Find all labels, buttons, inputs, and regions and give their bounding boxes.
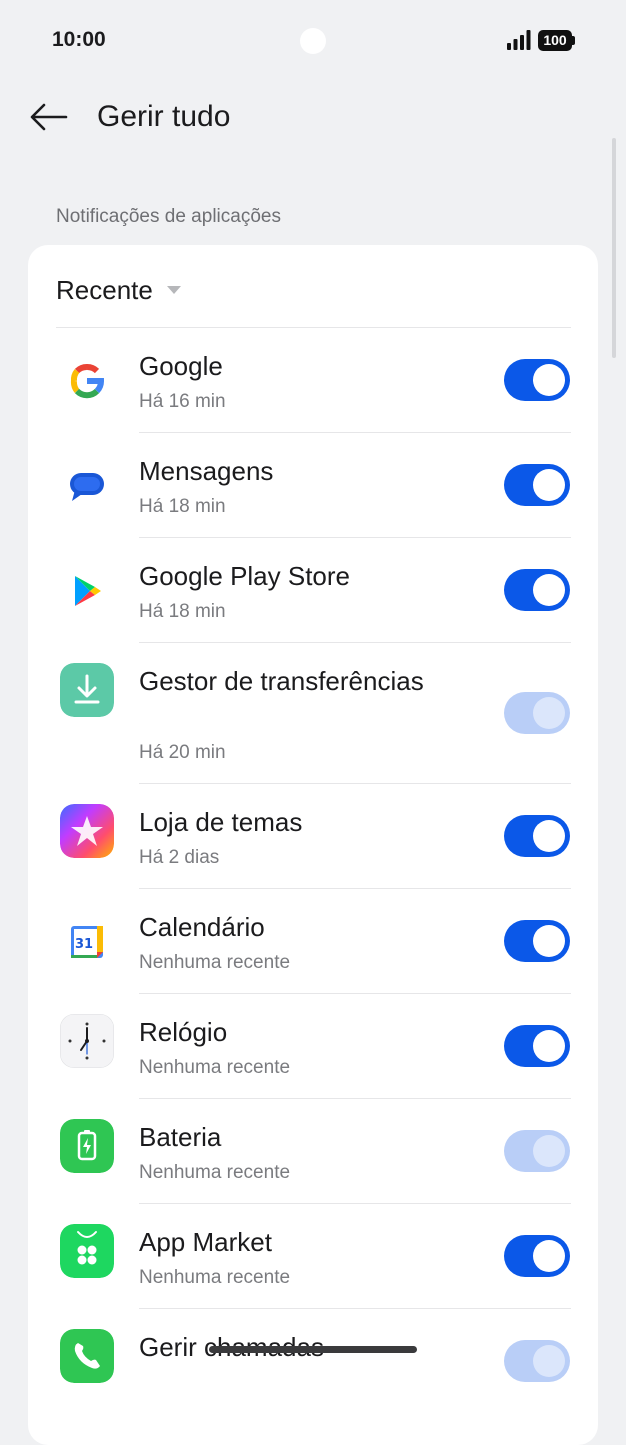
- app-name: Mensagens: [139, 456, 274, 486]
- messages-icon: [60, 459, 114, 513]
- list-item-battery[interactable]: Bateria Nenhuma recente: [28, 1099, 598, 1204]
- app-name: Loja de temas: [139, 807, 303, 837]
- notification-toggle[interactable]: [504, 569, 570, 611]
- app-subtitle: Há 16 min: [139, 391, 226, 412]
- sort-dropdown[interactable]: Recente: [56, 273, 181, 307]
- app-notifications-card: Recente Google Há 16 min Mensagens Há 18…: [28, 245, 598, 1445]
- status-time: 10:00: [52, 28, 106, 51]
- app-subtitle: Nenhuma recente: [139, 1267, 291, 1288]
- notification-toggle[interactable]: [504, 464, 570, 506]
- notification-toggle[interactable]: [504, 920, 570, 962]
- list-item-theme-store[interactable]: Loja de temas Há 2 dias: [28, 784, 598, 889]
- notification-toggle[interactable]: [504, 692, 570, 734]
- list-item-mensagens[interactable]: Mensagens Há 18 min: [28, 433, 598, 538]
- page-title: Gerir tudo: [97, 100, 231, 133]
- calendar-icon: 31: [60, 915, 114, 969]
- download-icon: [60, 663, 114, 717]
- notification-toggle[interactable]: [504, 1025, 570, 1067]
- notification-toggle[interactable]: [504, 815, 570, 857]
- app-subtitle: Nenhuma recente: [139, 1162, 291, 1183]
- camera-cutout: [300, 28, 326, 54]
- app-name: Gestor de transferências: [139, 666, 424, 696]
- app-name: Relógio: [139, 1017, 228, 1047]
- notification-toggle[interactable]: [504, 359, 570, 401]
- back-arrow-icon[interactable]: [26, 94, 72, 140]
- list-item-play-store[interactable]: Google Play Store Há 18 min: [28, 538, 598, 643]
- list-item-download-manager[interactable]: Gestor de transferências Há 20 min: [28, 643, 598, 784]
- notification-toggle[interactable]: [504, 1235, 570, 1277]
- theme-store-icon: [60, 804, 114, 858]
- header: Gerir tudo: [0, 90, 626, 150]
- notification-toggle[interactable]: [504, 1340, 570, 1382]
- scrollbar[interactable]: [612, 138, 616, 358]
- app-name: Google Play Store: [139, 561, 351, 591]
- sort-label: Recente: [56, 274, 153, 305]
- app-subtitle: Há 2 dias: [139, 847, 220, 868]
- app-subtitle: Há 18 min: [139, 496, 226, 517]
- app-subtitle: Nenhuma recente: [139, 952, 291, 973]
- battery-app-icon: [60, 1119, 114, 1173]
- battery-level: 100: [538, 30, 572, 51]
- battery-icon: 100: [538, 30, 576, 51]
- list-item-calendar[interactable]: 31 Calendário Nenhuma recente: [28, 889, 598, 994]
- app-name: Google: [139, 351, 223, 381]
- status-bar: 10:00 100: [0, 0, 626, 80]
- list-item-app-market[interactable]: App Market Nenhuma recente: [28, 1204, 598, 1309]
- list-item-google[interactable]: Google Há 16 min: [28, 328, 598, 433]
- play-store-icon: [60, 564, 114, 618]
- app-name: App Market: [139, 1227, 272, 1257]
- app-market-icon: [60, 1224, 114, 1278]
- app-subtitle: Há 20 min: [139, 742, 226, 763]
- notification-toggle[interactable]: [504, 1130, 570, 1172]
- app-name: Calendário: [139, 912, 265, 942]
- phone-icon: [60, 1329, 114, 1383]
- google-icon: [60, 354, 114, 408]
- section-label: Notificações de aplicações: [56, 206, 281, 227]
- list-item-clock[interactable]: Relógio Nenhuma recente: [28, 994, 598, 1099]
- clock-icon: [60, 1014, 114, 1068]
- home-indicator[interactable]: [209, 1346, 417, 1353]
- app-subtitle: Nenhuma recente: [139, 1057, 291, 1078]
- list-item-call-manager[interactable]: Gerir chamadas: [28, 1309, 598, 1414]
- app-name: Bateria: [139, 1122, 222, 1152]
- caret-down-icon: [166, 286, 181, 294]
- calendar-day: 31: [75, 937, 93, 952]
- app-subtitle: Há 18 min: [139, 601, 226, 622]
- app-list: Google Há 16 min Mensagens Há 18 min Goo…: [28, 328, 598, 1414]
- signal-icon: [507, 30, 531, 50]
